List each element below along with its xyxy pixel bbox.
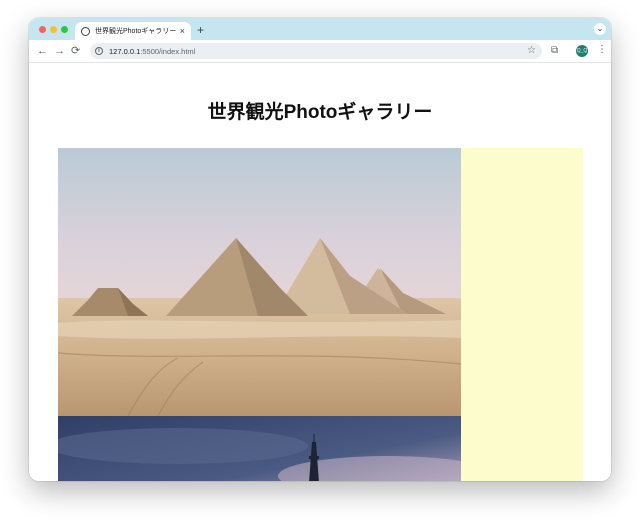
extensions-icon[interactable]: ⧉: [551, 45, 558, 57]
site-info-icon[interactable]: i: [95, 47, 103, 55]
photo-pyramids: [58, 148, 461, 416]
close-window-button[interactable]: [39, 26, 46, 33]
back-button[interactable]: ←: [37, 44, 48, 58]
page-viewport: 世界観光Photoギャラリー: [29, 63, 611, 481]
browser-toolbar: ← → ⟳ i 127.0.0.1:5500/index.html ☆ ⧉ Q_…: [29, 40, 611, 63]
tab-active[interactable]: 世界観光Photoギャラリー ×: [75, 22, 191, 40]
forward-button[interactable]: →: [54, 44, 65, 58]
browser-window: 世界観光Photoギャラリー × + ⌄ ← → ⟳ i 127.0.0.1:5…: [29, 18, 611, 481]
url-path: :5500/index.html: [140, 46, 196, 56]
bookmark-star-icon[interactable]: ☆: [527, 45, 536, 57]
tab-search-button[interactable]: ⌄: [594, 23, 606, 35]
address-bar[interactable]: i 127.0.0.1:5500/index.html ☆: [90, 43, 542, 59]
url-text[interactable]: 127.0.0.1:5500/index.html: [109, 47, 195, 56]
globe-icon: [81, 26, 90, 36]
tab-title: 世界観光Photoギャラリー: [95, 28, 177, 35]
maximize-window-button[interactable]: [61, 26, 68, 33]
photo-gallery: [58, 148, 583, 481]
tab-close-icon[interactable]: ×: [180, 26, 185, 36]
pyramids-image: [58, 148, 461, 416]
profile-avatar[interactable]: Q_Q: [576, 45, 588, 57]
sidebar-panel: [461, 148, 583, 481]
page-title: 世界観光Photoギャラリー: [207, 102, 433, 123]
eiffel-tower-image: [58, 416, 461, 481]
reload-button[interactable]: ⟳: [71, 44, 80, 58]
photo-eiffel: [58, 416, 461, 481]
new-tab-button[interactable]: +: [197, 24, 204, 36]
url-host: 127.0.0.1: [109, 46, 141, 56]
tab-strip: 世界観光Photoギャラリー × + ⌄: [29, 18, 611, 40]
browser-menu-icon[interactable]: ⋮: [597, 44, 607, 56]
minimize-window-button[interactable]: [50, 26, 57, 33]
